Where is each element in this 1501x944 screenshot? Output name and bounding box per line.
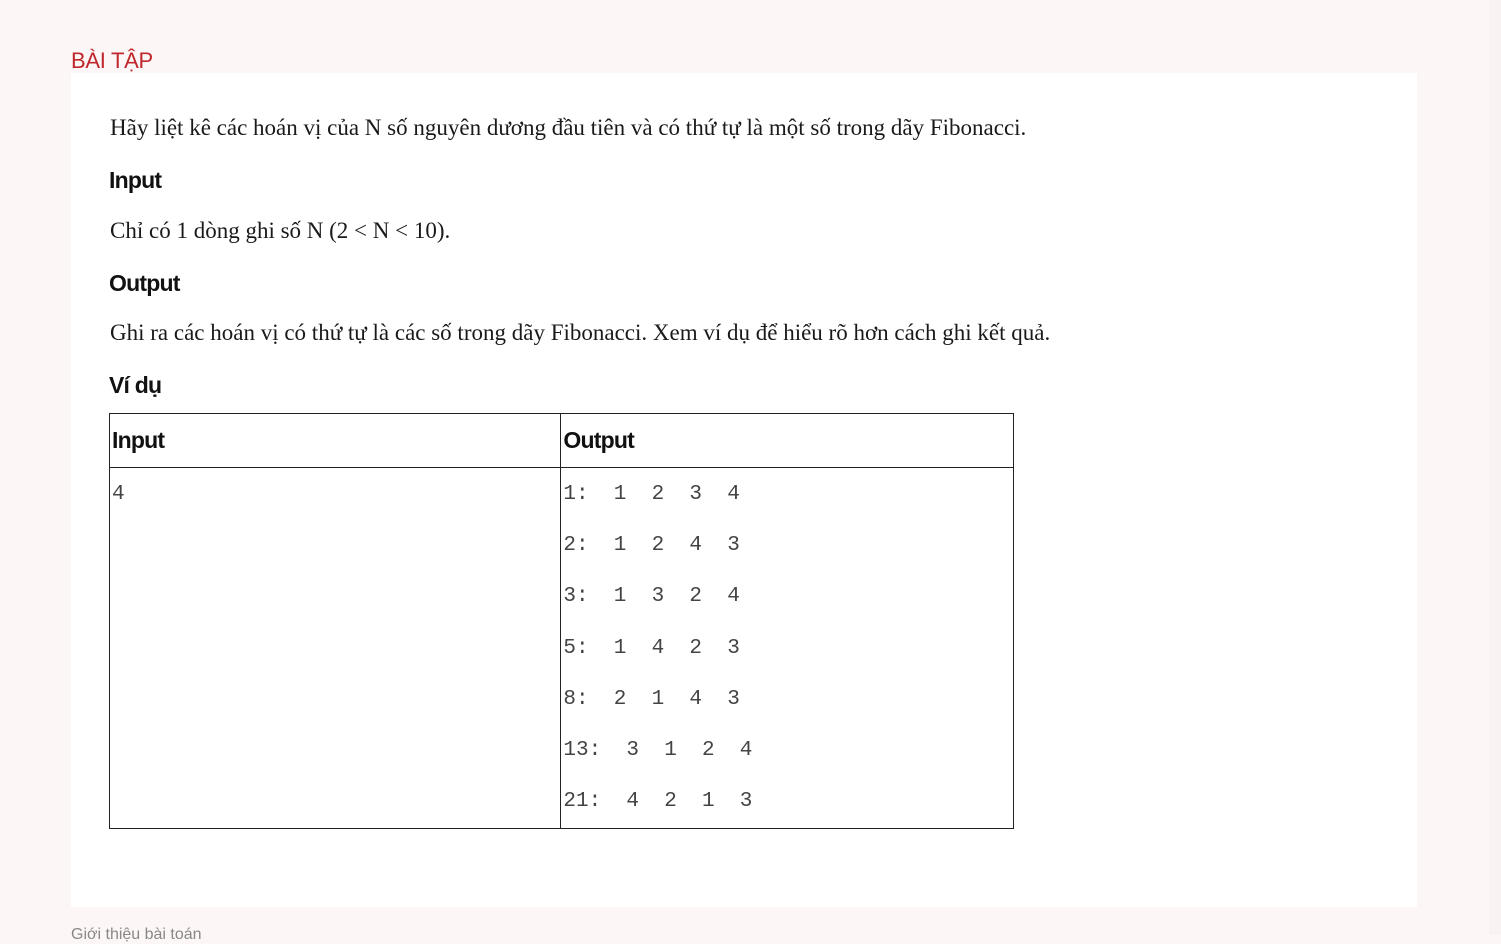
example-header-output: Output xyxy=(560,413,1014,468)
example-output-line: 5: 1 4 2 3 xyxy=(563,636,740,660)
example-output-line: 1: 1 2 3 4 xyxy=(563,483,740,506)
example-output-line: 3: 1 3 2 4 xyxy=(563,585,740,609)
example-output-line: 13: 3 1 2 4 xyxy=(563,738,753,762)
page-scrollbar[interactable] xyxy=(1489,0,1501,935)
input-description: Chỉ có 1 dòng ghi số N (2 < N < 10). xyxy=(110,218,451,243)
example-input-cell: 4 xyxy=(108,467,562,829)
input-heading: Input xyxy=(109,167,162,193)
example-output-cell: 1: 1 2 3 4 2: 1 2 4 3 3: 1 3 2 4 5: 1 4 … xyxy=(560,467,1014,829)
example-header-input: Input xyxy=(108,413,562,468)
problem-statement: Hãy liệt kê các hoán vị của N số nguyên … xyxy=(110,115,1027,140)
example-heading: Ví dụ xyxy=(109,372,162,398)
section-title: BÀI TẬP xyxy=(71,48,153,73)
example-output-line: 21: 4 2 1 3 xyxy=(563,790,753,814)
example-output-line: 2: 1 2 4 3 xyxy=(563,534,740,558)
output-heading: Output xyxy=(109,270,180,296)
example-table-row: 4 1: 1 2 3 4 2: 1 2 4 3 3: 1 3 2 4 5: 1 … xyxy=(108,467,1014,829)
example-output-line: 8: 2 1 4 3 xyxy=(563,687,740,711)
output-description: Ghi ra các hoán vị có thứ tự là các số t… xyxy=(110,320,1051,345)
next-section-peek: Giới thiệu bài toán xyxy=(71,926,202,943)
example-table-header-row: Input Output xyxy=(108,413,1014,468)
problem-card: Hãy liệt kê các hoán vị của N số nguyên … xyxy=(71,73,1417,907)
example-input-line: 4 xyxy=(112,483,125,506)
example-table: Input Output 4 1: 1 2 3 4 2: 1 2 4 3 3: … xyxy=(108,413,1014,829)
